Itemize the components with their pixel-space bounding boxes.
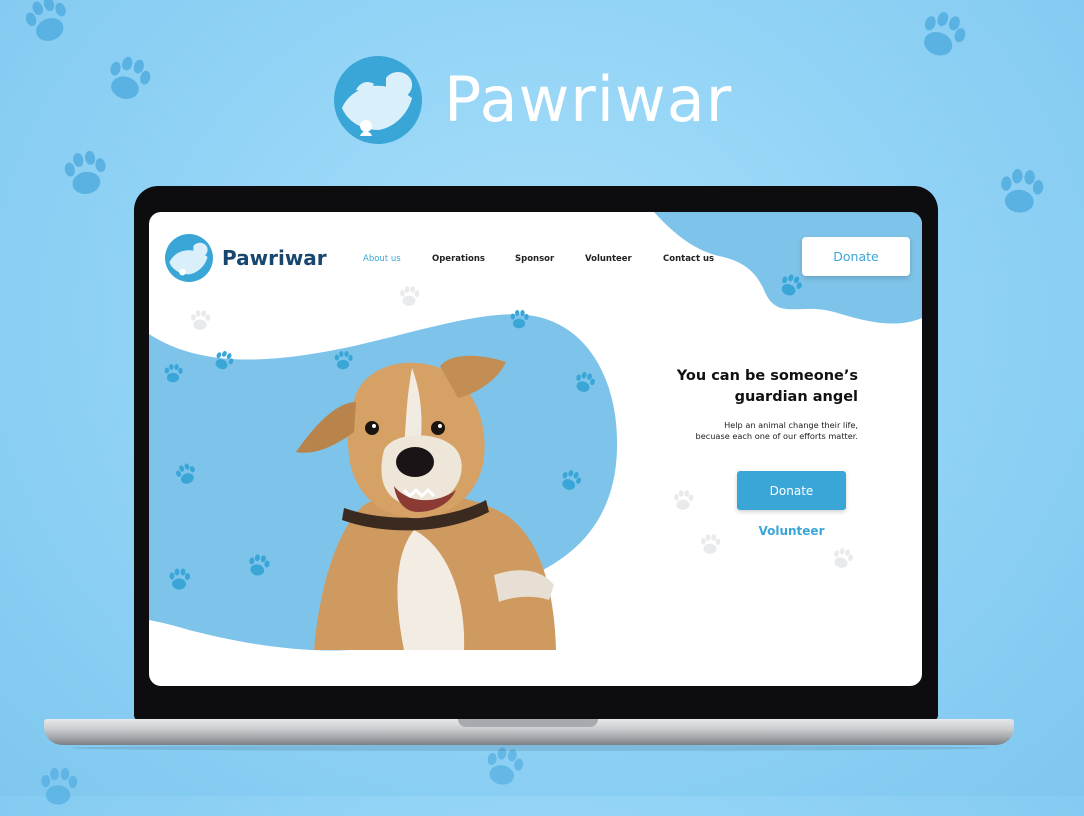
- paw-print-icon: [209, 347, 237, 379]
- paw-print-icon: [987, 160, 1053, 226]
- site-name[interactable]: Pawriwar: [222, 246, 327, 270]
- paw-print-icon: [163, 564, 195, 600]
- paw-print-icon: [695, 530, 725, 564]
- paw-print-icon: [15, 0, 79, 54]
- hero-donate-button[interactable]: Donate: [737, 471, 846, 510]
- paw-print-icon: [908, 3, 974, 69]
- nav-sponsor[interactable]: Sponsor: [515, 254, 554, 264]
- brand-header: Pawriwar: [334, 55, 732, 145]
- website-screen: Pawriwar About us Operations Sponsor Vol…: [149, 212, 922, 686]
- laptop-shadow: [70, 745, 990, 751]
- paw-print-icon: [668, 486, 698, 520]
- header-donate-button[interactable]: Donate: [802, 237, 910, 276]
- brand-title: Pawriwar: [444, 63, 733, 136]
- brand-logo-icon: [334, 56, 422, 144]
- paw-print-icon: [774, 270, 806, 306]
- nav-volunteer[interactable]: Volunteer: [585, 254, 632, 264]
- laptop-notch: [458, 719, 598, 727]
- hero-dog-image: [244, 340, 564, 654]
- paw-print-icon: [95, 48, 159, 112]
- hero-subtext: Help an animal change their life, becuas…: [695, 420, 859, 441]
- paw-print-icon: [505, 306, 533, 338]
- site-logo-icon[interactable]: [165, 234, 213, 282]
- paw-print-icon: [171, 460, 201, 494]
- hero-headline: You can be someone’s guardian angel: [618, 366, 858, 408]
- paw-print-icon: [159, 360, 187, 392]
- paw-print-icon: [394, 282, 424, 316]
- nav-contact-us[interactable]: Contact us: [663, 254, 714, 264]
- hero-volunteer-link[interactable]: Volunteer: [737, 524, 846, 538]
- nav-about-us[interactable]: About us: [363, 254, 401, 264]
- paw-print-icon: [185, 306, 215, 340]
- paw-print-icon: [827, 544, 857, 578]
- paw-print-icon: [569, 368, 599, 402]
- paw-print-icon: [53, 143, 117, 207]
- paw-print-icon: [30, 760, 86, 816]
- hero-headline-line1: You can be someone’s: [676, 368, 858, 384]
- hero-headline-line2: guardian angel: [734, 389, 858, 405]
- nav-operations[interactable]: Operations: [432, 254, 485, 264]
